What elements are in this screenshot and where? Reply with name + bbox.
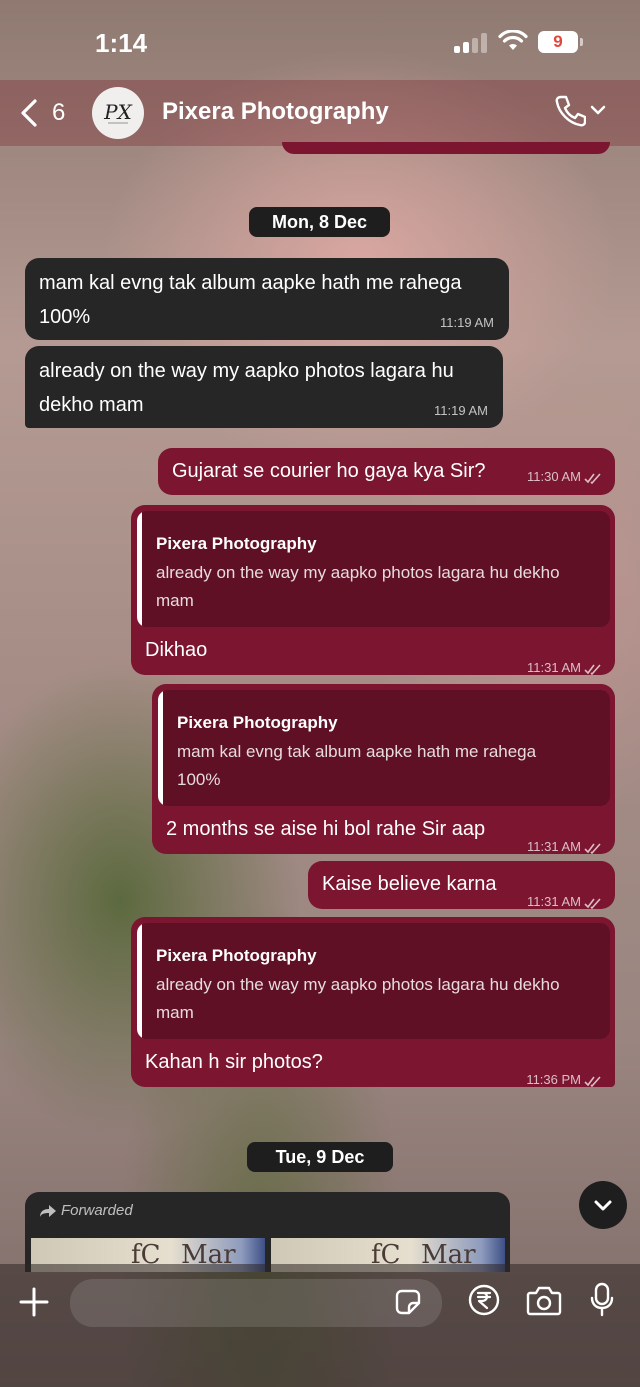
previous-message-tail [282,142,610,154]
quoted-sender: Pixera Photography [177,713,338,732]
incoming-message[interactable]: already on the way my aapko photos lagar… [25,346,503,428]
quoted-text: mam kal evng tak album aapke hath me rah… [177,742,537,789]
read-ticks-icon [584,664,601,675]
message-time: 11:31 AM [527,651,602,685]
read-ticks-icon [584,473,601,484]
message-text: Kahan h sir photos? [145,1051,323,1073]
svg-text:PX: PX [103,100,132,124]
unread-count[interactable]: 6 [52,99,65,127]
sticker-icon[interactable] [394,1288,422,1316]
phone-icon[interactable] [554,94,586,128]
quoted-message[interactable]: Pixera Photography mam kal evng tak albu… [158,690,610,806]
message-input[interactable] [70,1279,442,1327]
quoted-sender: Pixera Photography [156,946,317,965]
chevron-down-icon [594,1200,612,1211]
outgoing-message[interactable]: Kaise believe karna 11:31 AM [308,861,615,909]
quoted-text: already on the way my aapko photos lagar… [156,975,560,1022]
forwarded-label: Forwarded [61,1202,133,1219]
date-separator: Mon, 8 Dec [249,207,390,237]
camera-icon[interactable] [526,1286,562,1316]
microphone-icon[interactable] [590,1282,614,1318]
message-text: 2 months se aise hi bol rahe Sir aap [166,818,486,840]
message-time: 11:31 AM [527,830,602,864]
chat-header: 6 PX Pixera Photography [0,80,640,146]
status-bar: 1:14 9 [0,0,640,80]
status-time: 1:14 [95,28,148,58]
incoming-message[interactable]: mam kal evng tak album aapke hath me rah… [25,258,509,340]
message-time: 11:19 AM [434,403,488,418]
rupee-icon[interactable] [468,1284,500,1316]
message-text: mam kal evng tak album aapke hath me rah… [39,272,462,328]
message-text: Kaise believe karna [322,873,497,895]
cellular-signal-icon [454,33,488,53]
message-time: 11:30 AM [527,460,602,494]
plus-icon[interactable] [18,1286,50,1318]
contact-name[interactable]: Pixera Photography [162,98,389,126]
wifi-icon [498,30,528,50]
message-time: 11:19 AM [440,315,494,330]
forward-arrow-icon [40,1205,56,1217]
scroll-to-bottom-button[interactable] [579,1181,627,1229]
outgoing-message[interactable]: Pixera Photography mam kal evng tak albu… [152,684,615,854]
date-separator: Tue, 9 Dec [247,1142,393,1172]
message-text: Dikhao [145,639,208,661]
logo-icon: PX [103,100,132,124]
read-ticks-icon [584,843,601,854]
outgoing-message[interactable]: Pixera Photography already on the way my… [131,917,615,1087]
avatar[interactable]: PX [92,87,144,139]
message-text: already on the way my aapko photos lagar… [39,360,454,416]
message-text: Gujarat se courier ho gaya kya Sir? [172,460,486,482]
quoted-message[interactable]: Pixera Photography already on the way my… [137,511,610,627]
read-ticks-icon [584,898,601,909]
chevron-down-icon[interactable] [590,104,606,116]
outgoing-message[interactable]: Gujarat se courier ho gaya kya Sir? 11:3… [158,448,615,495]
forwarded-message[interactable]: Forwarded fC Mar fC Mar [25,1192,510,1272]
read-ticks-icon [584,1076,601,1087]
battery-icon: 9 [538,31,583,53]
composer-bar [0,1264,640,1387]
message-time: 11:36 PM [526,1063,602,1097]
quoted-message[interactable]: Pixera Photography already on the way my… [137,923,610,1039]
quoted-sender: Pixera Photography [156,534,317,553]
quoted-text: already on the way my aapko photos lagar… [156,563,560,610]
chevron-left-icon[interactable] [18,98,40,128]
outgoing-message[interactable]: Pixera Photography already on the way my… [131,505,615,675]
message-time: 11:31 AM [527,885,602,919]
